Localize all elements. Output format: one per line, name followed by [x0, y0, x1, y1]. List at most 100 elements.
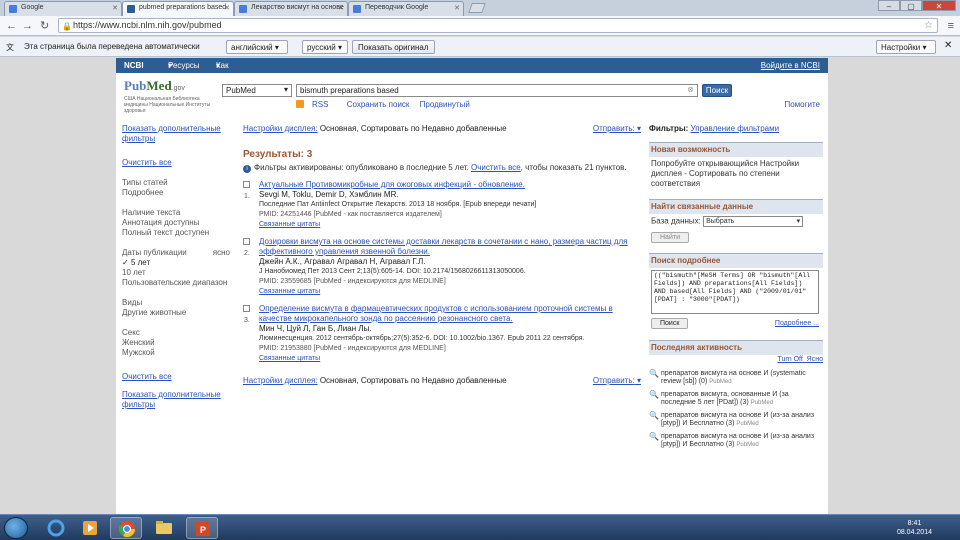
clear-activity-link[interactable]: Ясно: [807, 356, 823, 363]
close-tab-icon[interactable]: ✕: [224, 4, 230, 12]
taskbar-powerpoint-icon[interactable]: P: [186, 517, 218, 539]
related-citations-link[interactable]: Связанные цитаты: [259, 220, 641, 230]
tab-translate[interactable]: Переводчик Google ✕: [348, 1, 464, 16]
sex-label: Секс: [122, 328, 140, 337]
close-window-icon[interactable]: ✕: [922, 0, 956, 11]
how-to-menu[interactable]: Как ▾: [216, 58, 229, 73]
forward-arrow-icon[interactable]: →: [22, 19, 33, 33]
filter-10-years[interactable]: 10 лет: [122, 268, 238, 278]
filter-full-text[interactable]: Полный текст доступен: [122, 228, 238, 238]
back-arrow-icon[interactable]: ←: [6, 19, 17, 33]
search-icon: 🔍: [649, 432, 659, 441]
svg-text:P: P: [200, 525, 206, 535]
text-availability-label: Наличие текста: [122, 208, 181, 217]
activity-item[interactable]: 🔍 препаратов висмута, основанные И (за п…: [649, 391, 823, 407]
reload-icon[interactable]: ↻: [40, 19, 49, 33]
send-to-menu[interactable]: Отправить: ▾: [593, 376, 641, 386]
source-language-select[interactable]: английский ▾: [226, 40, 288, 54]
send-to-menu[interactable]: Отправить: ▾: [593, 124, 641, 134]
new-feature-text: Попробуйте открывающийся Настройки диспл…: [651, 159, 800, 188]
system-clock[interactable]: 8:41 08.04.2014: [897, 519, 932, 537]
search-links: RSS Сохранить поиск Продвинутый: [296, 100, 478, 109]
lock-icon: 🔒: [62, 22, 72, 31]
filter-other-animals[interactable]: Другие животные: [122, 308, 238, 318]
result-title-link[interactable]: Актуальные Противомикробные для ожоговых…: [259, 180, 641, 190]
minimize-icon[interactable]: –: [878, 0, 900, 11]
related-citations-link[interactable]: Связанные цитаты: [259, 287, 641, 297]
clear-search-icon[interactable]: ⊗: [687, 85, 694, 94]
filter-custom-range[interactable]: Пользовательские диапазон: [122, 278, 238, 288]
taskbar-media-player-icon[interactable]: [74, 517, 106, 539]
manage-filters-link[interactable]: Управление фильтрами: [691, 124, 780, 133]
close-tab-icon[interactable]: ✕: [338, 4, 344, 12]
ncbi-logo[interactable]: NCBI: [124, 58, 144, 73]
result-title-link[interactable]: Дозировки висмута на основе системы дост…: [259, 237, 641, 257]
clear-all-link[interactable]: Очистить все: [122, 158, 238, 168]
new-tab-button[interactable]: [468, 3, 486, 13]
display-settings-link[interactable]: Настройки дисплея:: [243, 376, 318, 385]
close-tab-icon[interactable]: ✕: [112, 4, 118, 12]
related-citations-link[interactable]: Связанные цитаты: [259, 354, 641, 364]
search-details-button[interactable]: Поиск: [651, 318, 689, 329]
tab-google[interactable]: Google ✕: [4, 1, 122, 16]
display-settings-link[interactable]: Настройки дисплея:: [243, 124, 318, 133]
pubmed-favicon-icon: [127, 5, 135, 13]
sign-in-link[interactable]: Войдите в NCBI: [761, 58, 820, 73]
result-checkbox[interactable]: [243, 181, 250, 188]
recent-activity-header: Последняя активность: [649, 340, 823, 355]
taskbar-chrome-icon[interactable]: [110, 517, 142, 539]
see-more-link[interactable]: Подробнее ...: [775, 319, 819, 329]
filter-male[interactable]: Мужской: [122, 348, 238, 358]
filter-clear-link[interactable]: Очистить все: [471, 163, 521, 172]
translate-settings-button[interactable]: Настройки ▾: [876, 40, 936, 54]
tab-pubmed[interactable]: pubmed preparations based ✕: [122, 1, 234, 16]
find-items-button[interactable]: Найти: [651, 232, 689, 243]
search-details-textarea[interactable]: (("bismuth"[MeSH Terms] OR "bismuth"[All…: [651, 270, 819, 314]
windows-taskbar: P 8:41 08.04.2014: [0, 514, 960, 540]
resources-menu[interactable]: Ресурсы ▾: [168, 58, 200, 73]
rss-link[interactable]: RSS: [296, 100, 336, 109]
result-title-link[interactable]: Определение висмута в фармацевтических п…: [259, 304, 641, 324]
save-search-link[interactable]: Сохранить поиск: [347, 100, 410, 109]
advanced-search-link[interactable]: Продвинутый: [420, 100, 470, 109]
pubmed-page: NCBI Ресурсы ▾ Как ▾ Войдите в NCBI PubM…: [116, 58, 828, 514]
related-database-select[interactable]: Выбрать ▾: [703, 216, 804, 227]
show-more-filters-link-bottom[interactable]: Показать дополнительные фильтры: [122, 390, 238, 410]
pubmed-logo[interactable]: PubMed.gov США Национальная Библиотека м…: [124, 78, 214, 118]
browser-menu-icon[interactable]: ≡: [948, 20, 954, 32]
start-button[interactable]: [4, 517, 28, 539]
database-select[interactable]: PubMed ▾: [222, 84, 292, 97]
tab-search[interactable]: Лекарство висмут на основе ✕: [234, 1, 348, 16]
search-button[interactable]: Поиск: [702, 84, 732, 97]
url-input[interactable]: 🔒 https://www.ncbi.nlm.nih.gov/pubmed ☆: [58, 18, 938, 33]
result-checkbox[interactable]: [243, 305, 250, 312]
show-more-filters-link[interactable]: Показать дополнительные фильтры: [122, 124, 238, 144]
activity-item[interactable]: 🔍 препаратов висмута на основе И (из-за …: [649, 412, 823, 428]
activity-item[interactable]: 🔍 препаратов висмута на основе И (system…: [649, 370, 823, 386]
logo-subtitle: США Национальная Библиотека медицины Нац…: [124, 96, 211, 114]
dates-clear-link[interactable]: ясно: [213, 248, 230, 258]
result-item: 3. Определение висмута в фармацевтически…: [243, 304, 641, 364]
filter-female[interactable]: Женский: [122, 338, 238, 348]
target-language-select[interactable]: русский ▾: [302, 40, 348, 54]
close-tab-icon[interactable]: ✕: [454, 4, 460, 12]
filter-abstract[interactable]: Аннотация доступны: [122, 218, 238, 228]
activity-item[interactable]: 🔍 препаратов висмута на основе И (из-за …: [649, 433, 823, 449]
taskbar-ie-icon[interactable]: [40, 517, 72, 539]
search-input[interactable]: bismuth preparations based ⊗: [296, 84, 698, 97]
close-translate-icon[interactable]: ✕: [944, 40, 952, 51]
maximize-icon[interactable]: ▢: [900, 0, 922, 11]
search-icon: 🔍: [649, 390, 659, 399]
article-types-more[interactable]: Подробнее: [122, 188, 238, 198]
clear-all-link-bottom[interactable]: Очистить все: [122, 372, 238, 382]
bookmark-star-icon[interactable]: ☆: [924, 19, 933, 32]
result-checkbox[interactable]: [243, 238, 250, 245]
taskbar-explorer-icon[interactable]: [148, 517, 180, 539]
chevron-down-icon: ▾: [796, 218, 801, 225]
help-link[interactable]: Помогите: [784, 100, 820, 109]
turn-off-link[interactable]: Turn Off: [777, 356, 802, 363]
show-original-button[interactable]: Показать оригинал: [352, 40, 435, 54]
filter-5-years[interactable]: ✓ 5 лет: [122, 258, 238, 268]
translate-message: Эта страница была переведена автоматичес…: [24, 42, 200, 51]
translate-bar: 文 Эта страница была переведена автоматич…: [0, 37, 960, 57]
